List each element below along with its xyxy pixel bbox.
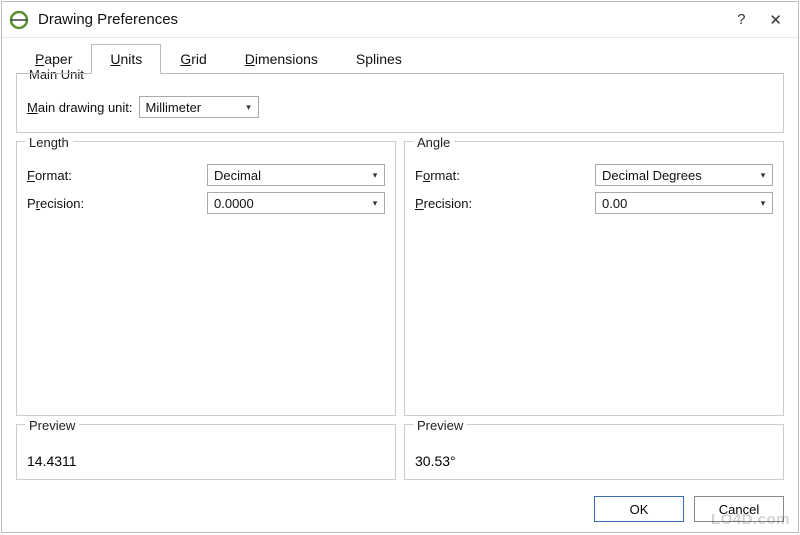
length-preview-value: 14.4311	[27, 447, 385, 469]
angle-group: Angle Format: Decimal Degrees ▾ Precisio…	[404, 141, 784, 416]
window-controls: ? ✕	[737, 11, 790, 29]
length-preview-legend: Preview	[25, 418, 79, 433]
dialog-title: Drawing Preferences	[38, 11, 737, 28]
angle-legend: Angle	[413, 135, 454, 150]
angle-precision-label: Precision:	[415, 196, 595, 211]
length-precision-label: Precision:	[27, 196, 207, 211]
help-button[interactable]: ?	[737, 11, 745, 28]
tab-splines[interactable]: Splines	[337, 44, 421, 74]
chevron-down-icon: ▾	[758, 170, 768, 181]
tab-dimensions[interactable]: Dimensions	[226, 44, 337, 74]
length-legend: Length	[25, 135, 73, 150]
dialog-window: Drawing Preferences ? ✕ Paper Units Grid…	[1, 1, 799, 533]
angle-format-combo[interactable]: Decimal Degrees ▾	[595, 164, 773, 186]
angle-format-label: Format:	[415, 168, 595, 183]
tab-grid[interactable]: Grid	[161, 44, 225, 74]
main-unit-group: Main Unit Main drawing unit: Millimeter …	[16, 73, 784, 133]
length-format-combo[interactable]: Decimal ▾	[207, 164, 385, 186]
length-precision-combo[interactable]: 0.0000 ▾	[207, 192, 385, 214]
angle-preview-value: 30.53°	[415, 447, 773, 469]
chevron-down-icon: ▾	[370, 198, 380, 209]
chevron-down-icon: ▾	[758, 198, 768, 209]
close-button[interactable]: ✕	[769, 11, 782, 29]
length-group: Length Format: Decimal ▾ Precision: 0.00…	[16, 141, 396, 416]
ok-button[interactable]: OK	[594, 496, 684, 522]
chevron-down-icon: ▾	[370, 170, 380, 181]
length-preview-group: Preview 14.4311	[16, 424, 396, 480]
main-unit-legend: Main Unit	[25, 67, 88, 82]
main-unit-combo[interactable]: Millimeter ▾	[139, 96, 259, 118]
cancel-button[interactable]: Cancel	[694, 496, 784, 522]
dialog-buttons: OK Cancel	[2, 490, 798, 532]
app-icon	[8, 9, 30, 31]
length-format-label: Format:	[27, 168, 207, 183]
main-unit-label: Main drawing unit:	[27, 100, 133, 115]
angle-precision-combo[interactable]: 0.00 ▾	[595, 192, 773, 214]
angle-preview-legend: Preview	[413, 418, 467, 433]
chevron-down-icon: ▾	[244, 102, 254, 113]
angle-preview-group: Preview 30.53°	[404, 424, 784, 480]
tab-units[interactable]: Units	[91, 44, 161, 74]
tab-content: Main Unit Main drawing unit: Millimeter …	[2, 74, 798, 490]
tab-bar: Paper Units Grid Dimensions Splines	[2, 38, 798, 74]
titlebar: Drawing Preferences ? ✕	[2, 2, 798, 38]
